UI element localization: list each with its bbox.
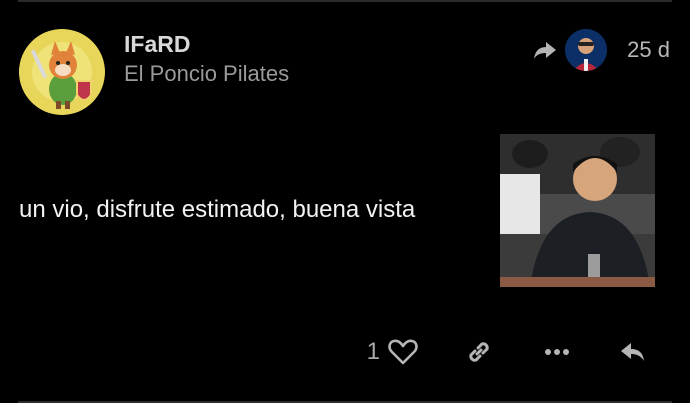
category-name[interactable]: El Poncio Pilates bbox=[124, 61, 289, 87]
post-image[interactable] bbox=[500, 134, 655, 287]
fox-avatar-illustration bbox=[19, 29, 105, 115]
more-dots-icon[interactable] bbox=[540, 335, 574, 369]
post-meta: 25 d bbox=[531, 28, 670, 72]
share-arrow-icon[interactable] bbox=[531, 36, 559, 64]
post-actions: 1 bbox=[367, 334, 650, 370]
heart-icon[interactable] bbox=[386, 335, 420, 369]
top-divider bbox=[18, 0, 672, 2]
post-timestamp[interactable]: 25 d bbox=[627, 37, 670, 63]
link-icon[interactable] bbox=[462, 335, 496, 369]
author-name[interactable]: IFaRD bbox=[124, 31, 190, 58]
post-body: un vio, disfrute estimado, buena vista bbox=[19, 196, 416, 223]
author-avatar[interactable] bbox=[19, 29, 105, 115]
reply-to-avatar[interactable] bbox=[565, 29, 608, 71]
reply-icon[interactable] bbox=[616, 335, 650, 369]
like-count[interactable]: 1 bbox=[367, 338, 380, 366]
